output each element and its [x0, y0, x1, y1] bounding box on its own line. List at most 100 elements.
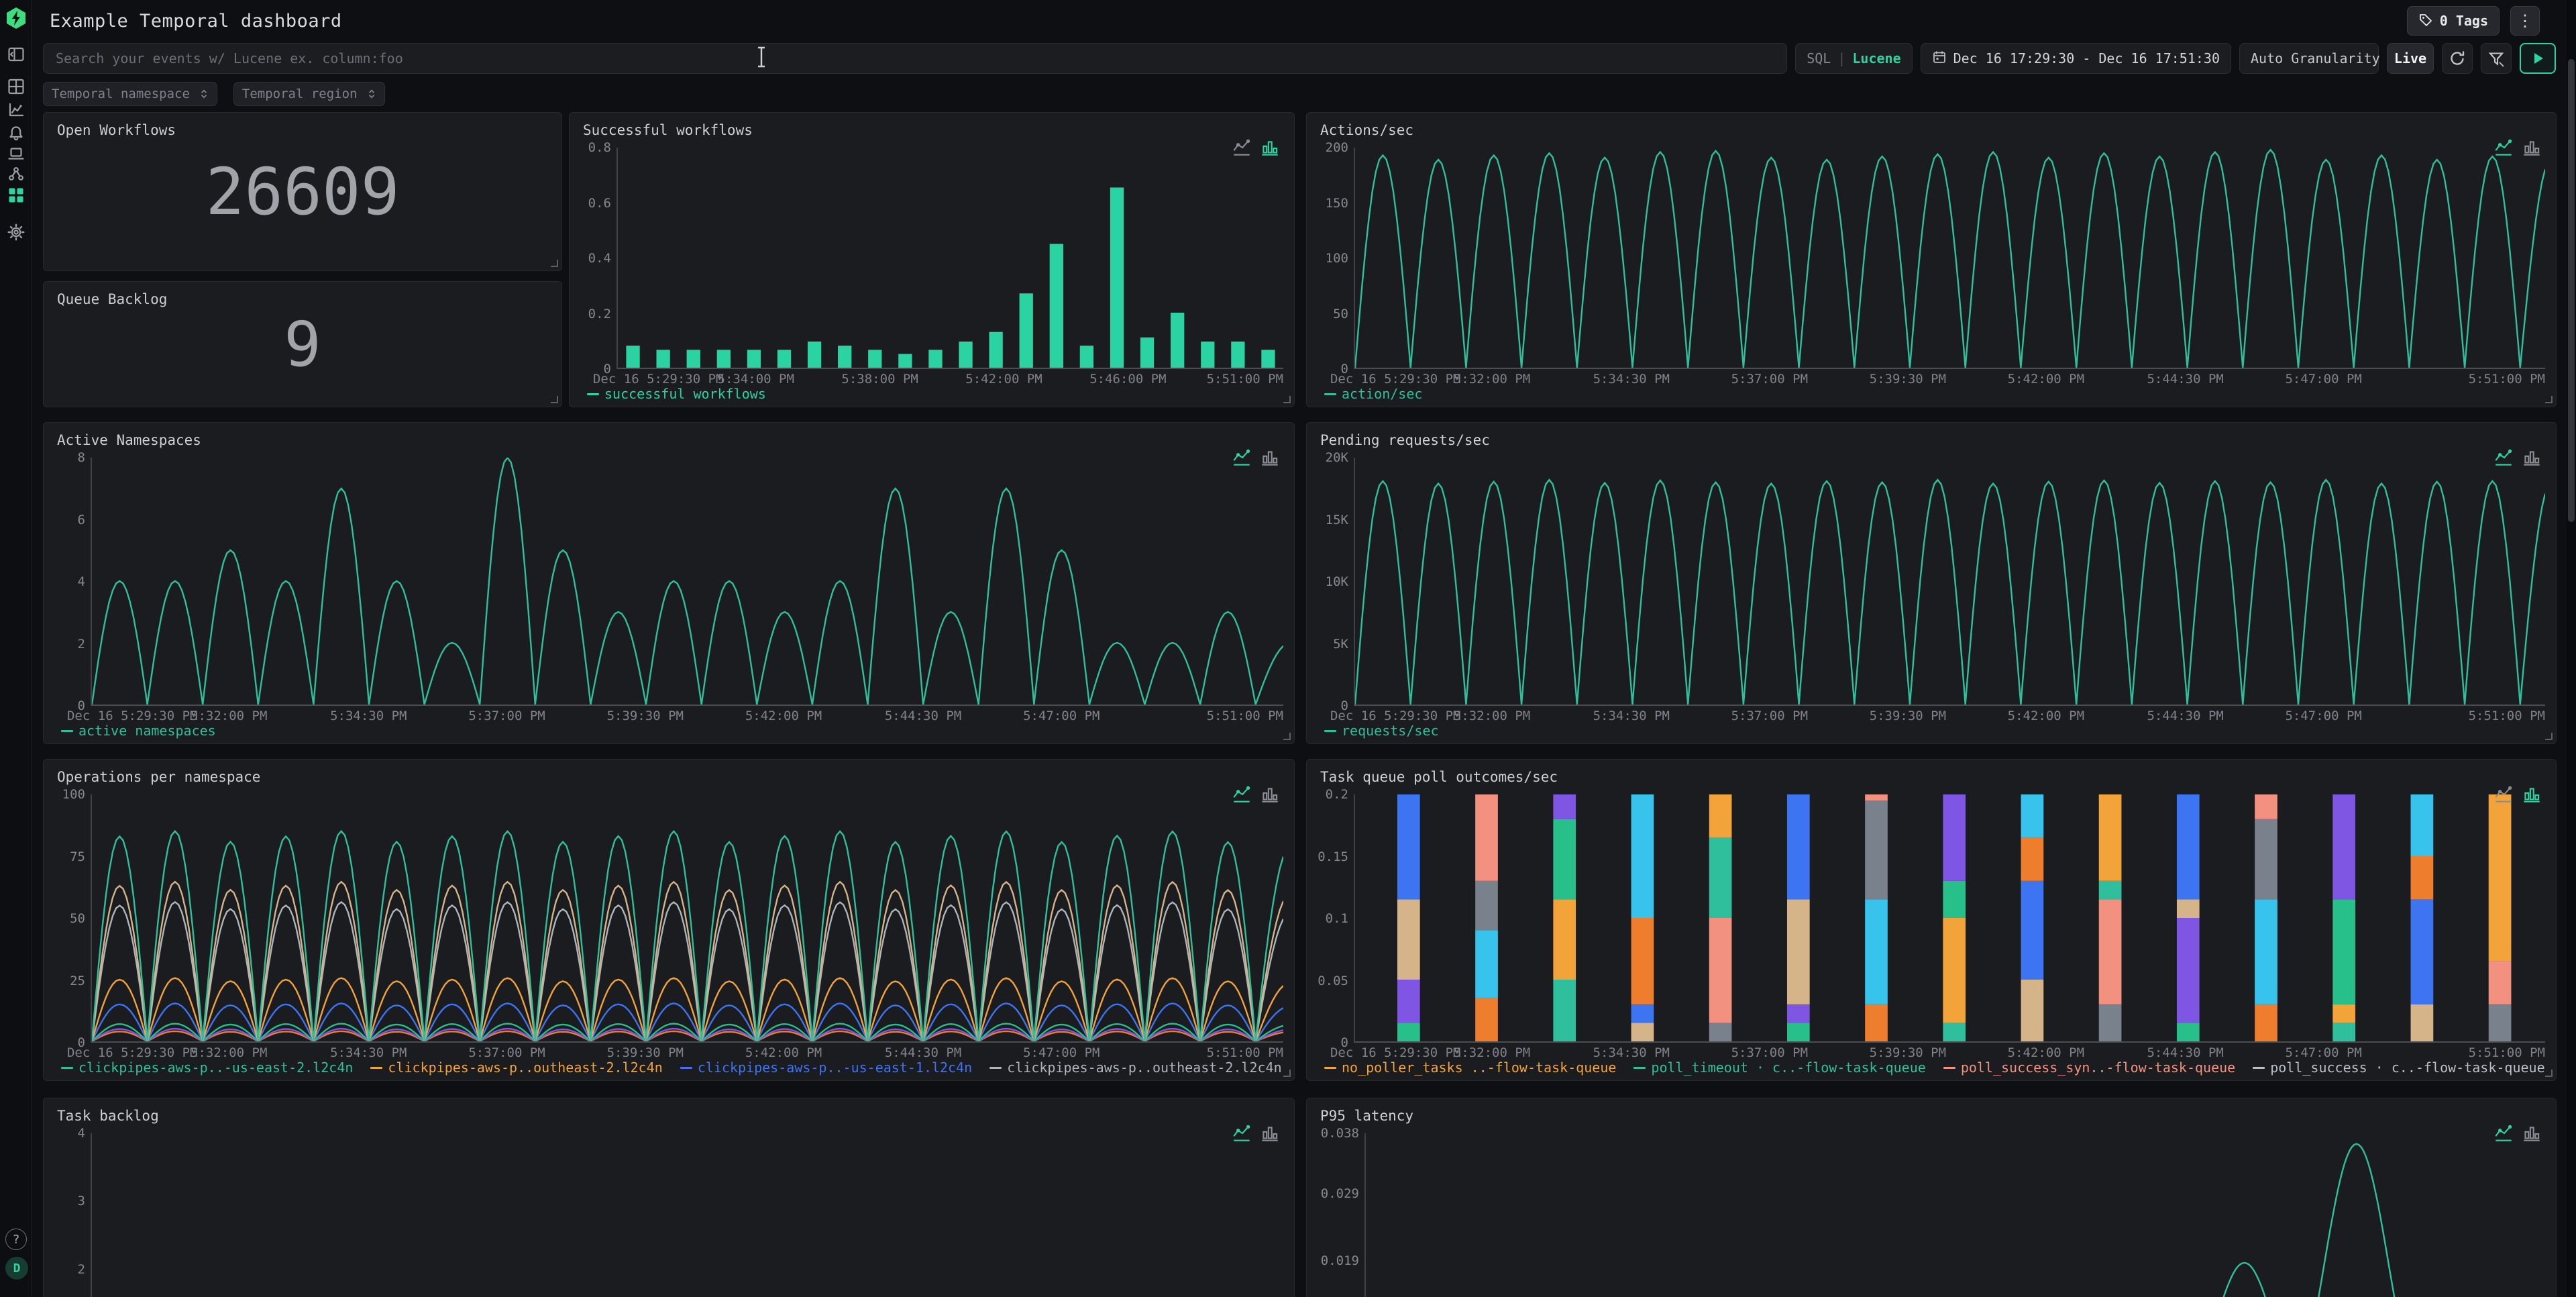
x-axis-tick: 5:38:00 PM	[841, 372, 918, 386]
x-axis-tick: 5:39:30 PM	[1870, 709, 1946, 723]
legend-item[interactable]: action/sec	[1324, 386, 1422, 402]
app-logo-icon[interactable]	[4, 6, 28, 30]
legend-label: clickpipes-aws-p..-us-east-2.l2c4n	[78, 1059, 353, 1076]
plot-area[interactable]	[1354, 458, 2545, 706]
x-axis-tick: Dec 16 5:29:30 PM	[1330, 709, 1460, 723]
legend-item[interactable]: clickpipes-aws-p..-us-east-1.l2c4n	[680, 1059, 972, 1076]
panel-task-queue-poll-outcomes-per-sec: Task queue poll outcomes/sec0.20.150.10.…	[1306, 759, 2557, 1081]
sidebar-item-service-graph-icon[interactable]	[6, 164, 26, 184]
scrollbar-thumb[interactable]	[2568, 59, 2575, 522]
bar-chart-toggle-icon[interactable]	[1259, 784, 1281, 805]
line-chart-toggle-icon[interactable]	[1231, 784, 1252, 805]
dashboard-grid: Open Workflows26609Queue Backlog9Success…	[0, 0, 2576, 1297]
y-axis-tick: 0.4	[588, 251, 611, 266]
panel-queue-backlog: Queue Backlog9	[43, 281, 562, 407]
bar-chart-toggle-icon[interactable]	[2521, 137, 2542, 158]
line-chart-toggle-icon[interactable]	[2493, 137, 2514, 158]
y-axis-tick: 2	[78, 637, 85, 652]
panel-title: Operations per namespace	[57, 769, 260, 785]
bar-chart-toggle-icon[interactable]	[1259, 137, 1281, 158]
legend-item[interactable]: clickpipes-aws-p..outheast-2.l2c4n	[989, 1059, 1281, 1076]
chart-legend: clickpipes-aws-p..-us-east-2.l2c4n clickp…	[61, 1059, 1283, 1076]
x-axis-tick: 5:44:30 PM	[885, 709, 961, 723]
panel-p95-latency: P95 latency0.0380.0290.019	[1306, 1098, 2557, 1297]
legend-dash	[61, 730, 73, 732]
bar-chart-toggle-icon[interactable]	[2521, 1123, 2542, 1144]
metric-value: 26609	[44, 113, 561, 270]
y-axis-tick: 20K	[1326, 450, 1348, 465]
x-axis-tick: 5:47:00 PM	[1023, 709, 1099, 723]
panel-title: Active Namespaces	[57, 432, 201, 448]
legend-dash	[1324, 730, 1336, 732]
sidebar-item-sessions-laptop-icon[interactable]	[6, 144, 26, 164]
chart-type-toggles	[1231, 137, 1281, 158]
plot-area[interactable]	[91, 1133, 1283, 1297]
bar-chart-toggle-icon[interactable]	[2521, 447, 2542, 468]
legend-label: poll_success · c..-flow-task-queue	[2270, 1059, 2544, 1076]
legend-item[interactable]: poll_success_syn..-flow-task-queue	[1943, 1059, 2235, 1076]
panel-task-backlog: Task backlog432	[43, 1098, 1295, 1297]
legend-dash	[1324, 393, 1336, 395]
legend-label: clickpipes-aws-p..outheast-2.l2c4n	[388, 1059, 662, 1076]
legend-item[interactable]: requests/sec	[1324, 723, 1439, 739]
plot-area[interactable]	[91, 458, 1283, 706]
y-axis-tick: 2	[78, 1262, 85, 1277]
user-avatar[interactable]: D	[5, 1257, 28, 1280]
chart-legend: active namespaces	[61, 722, 1283, 739]
x-axis-tick: 5:51:00 PM	[2469, 372, 2545, 386]
sidebar-item-alerts-bell-icon[interactable]	[6, 123, 26, 144]
plot-area[interactable]	[91, 794, 1283, 1043]
y-axis-tick: 75	[70, 849, 85, 864]
line-chart-toggle-icon[interactable]	[2493, 1123, 2514, 1144]
x-axis-tick: 5:42:00 PM	[2008, 372, 2084, 386]
x-axis-tick: 5:37:00 PM	[1731, 709, 1808, 723]
bar-chart-toggle-icon[interactable]	[2521, 784, 2542, 805]
page-scrollbar[interactable]	[2567, 0, 2576, 1297]
legend-dash	[2253, 1067, 2265, 1069]
x-axis-tick: 5:47:00 PM	[2285, 1045, 2361, 1060]
legend-item[interactable]: active namespaces	[61, 723, 216, 739]
x-axis-tick: 5:42:00 PM	[2008, 1045, 2084, 1060]
y-axis-tick: 25	[70, 974, 85, 988]
sidebar-item-panel-collapse-icon[interactable]	[6, 44, 26, 64]
sidebar-item-dashboards-grid-icon[interactable]	[6, 185, 26, 205]
legend-item[interactable]: successful workflows	[587, 386, 766, 402]
legend-item[interactable]: clickpipes-aws-p..-us-east-2.l2c4n	[61, 1059, 353, 1076]
x-axis-tick: 5:37:00 PM	[1731, 372, 1808, 386]
bar-chart-toggle-icon[interactable]	[1259, 1123, 1281, 1144]
chart-plot: 200150100500	[1320, 148, 2545, 369]
legend-item[interactable]: poll_success · c..-flow-task-queue	[2253, 1059, 2544, 1076]
y-axis-tick: 6	[78, 513, 85, 527]
plot-area[interactable]	[1364, 1133, 2545, 1297]
legend-dash	[1324, 1067, 1336, 1069]
legend-item[interactable]: no_poller_tasks ..-flow-task-queue	[1324, 1059, 1616, 1076]
chart-legend: requests/sec	[1324, 722, 2545, 739]
plot-area[interactable]	[616, 148, 1283, 369]
line-chart-toggle-icon[interactable]	[2493, 784, 2514, 805]
y-axis-tick: 150	[1326, 196, 1348, 211]
help-button[interactable]: ?	[5, 1229, 27, 1250]
line-chart-toggle-icon[interactable]	[2493, 447, 2514, 468]
chart-plot: 86420	[57, 458, 1283, 706]
legend-dash	[989, 1067, 1002, 1069]
chart-legend: successful workflows	[587, 385, 1283, 403]
chart-legend: no_poller_tasks ..-flow-task-queue poll_t…	[1324, 1059, 2545, 1076]
sidebar-item-chart-explorer-icon[interactable]	[6, 100, 26, 120]
line-chart-toggle-icon[interactable]	[1231, 447, 1252, 468]
x-axis-tick: 5:42:00 PM	[745, 709, 822, 723]
plot-area[interactable]	[1354, 148, 2545, 369]
line-chart-toggle-icon[interactable]	[1231, 1123, 1252, 1144]
y-axis-tick: 0.05	[1318, 974, 1348, 988]
x-axis-tick: 5:51:00 PM	[2469, 1045, 2545, 1060]
plot-area[interactable]	[1354, 794, 2545, 1043]
x-axis-tick: 5:37:00 PM	[1731, 1045, 1808, 1060]
chart-legend: action/sec	[1324, 385, 2545, 403]
sidebar-item-settings-gear-icon[interactable]	[6, 222, 26, 242]
legend-item[interactable]: clickpipes-aws-p..outheast-2.l2c4n	[370, 1059, 662, 1076]
sidebar-item-table-grid-icon[interactable]	[6, 76, 26, 97]
line-chart-toggle-icon[interactable]	[1231, 137, 1252, 158]
legend-item[interactable]: poll_timeout · c..-flow-task-queue	[1633, 1059, 1925, 1076]
bar-chart-toggle-icon[interactable]	[1259, 447, 1281, 468]
x-axis-tick: 5:39:30 PM	[1870, 372, 1946, 386]
x-axis-tick: 5:44:30 PM	[2147, 1045, 2223, 1060]
